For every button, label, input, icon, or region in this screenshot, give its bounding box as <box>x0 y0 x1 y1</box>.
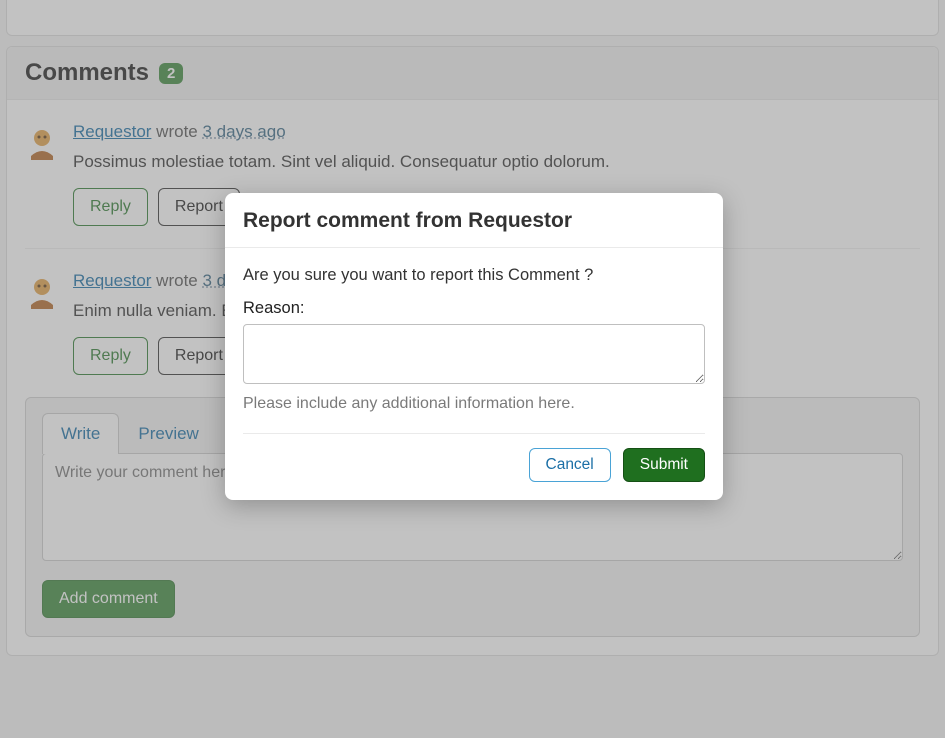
modal-header: Report comment from Requestor <box>225 193 723 248</box>
modal-footer: Cancel Submit <box>243 433 705 500</box>
reason-textarea[interactable] <box>243 324 705 384</box>
reason-help-text: Please include any additional informatio… <box>243 395 705 413</box>
submit-button[interactable]: Submit <box>623 448 705 482</box>
modal-body: Are you sure you want to report this Com… <box>225 248 723 419</box>
cancel-button[interactable]: Cancel <box>529 448 611 482</box>
reason-label: Reason: <box>243 299 705 318</box>
modal-confirm-text: Are you sure you want to report this Com… <box>243 266 705 285</box>
modal-title: Report comment from Requestor <box>243 209 705 233</box>
report-comment-modal: Report comment from Requestor Are you su… <box>225 193 723 500</box>
